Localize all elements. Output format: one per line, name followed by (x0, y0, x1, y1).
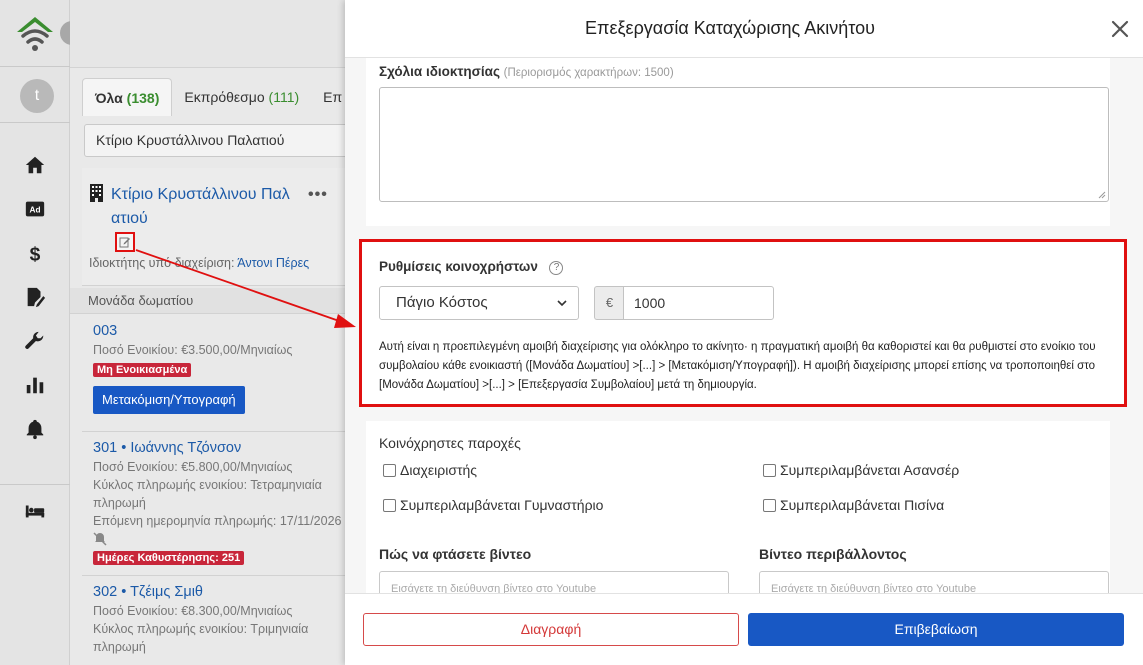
building-icon (90, 184, 103, 202)
delete-button[interactable]: Διαγραφή (363, 613, 739, 646)
building-name-line: Κτίριο Κρυστάλλινου Παλ (111, 186, 290, 203)
help-icon[interactable]: ? (549, 261, 564, 275)
amenity-label: Συμπεριλαμβάνεται Ασανσέρ (780, 462, 960, 478)
checkbox[interactable] (763, 498, 776, 512)
edit-building-button[interactable] (115, 232, 135, 252)
section-title: Μονάδα δωματίου (70, 288, 345, 314)
unit-cycle-cont: πληρωμή (93, 496, 146, 510)
tab-all[interactable]: Όλα (138) (82, 78, 173, 116)
amenity-checkbox[interactable]: Διαχειριστής (383, 462, 477, 478)
svg-text:Ad: Ad (30, 206, 41, 215)
tab-count: (138) (126, 90, 160, 106)
notifications-off-icon (93, 532, 107, 546)
close-icon[interactable] (1109, 18, 1131, 40)
amenity-checkbox[interactable]: Συμπεριλαμβάνεται Γυμναστήριο (383, 497, 603, 513)
amenity-checkbox[interactable]: Συμπεριλαμβάνεται Πισίνα (763, 497, 944, 513)
tab-count: (111) (268, 89, 300, 105)
dollar-icon[interactable]: $ (22, 240, 48, 266)
fee-description: Αυτή είναι η προεπιλεγμένη αμοιβή διαχεί… (379, 341, 1096, 391)
unit-cycle: Κύκλος πληρωμής ενοικίου: Τριμηνιαία (93, 622, 309, 636)
move-in-sign-button[interactable]: Μετακόμιση/Υπογραφή (93, 386, 245, 414)
bar-chart-icon[interactable] (22, 372, 48, 398)
divider (0, 122, 70, 123)
amenity-label: Συμπεριλαμβάνεται Γυμναστήριο (400, 497, 604, 513)
left-nav: › t Ad $ (0, 0, 84, 665)
bell-icon[interactable] (22, 416, 48, 442)
amenity-label: Συμπεριλαμβάνεται Πισίνα (780, 497, 945, 513)
wrench-icon[interactable] (22, 328, 48, 354)
unit-rent: Ποσό Ενοικίου: €8.300,00/Μηνιαίως (93, 604, 293, 618)
building-name-link[interactable]: Κτίριο Κρυστάλλινου Παλ ατιού (111, 183, 311, 231)
ad-icon[interactable]: Ad (22, 196, 48, 222)
chevron-down-icon (557, 300, 567, 307)
more-options-icon[interactable]: ••• (308, 186, 328, 204)
building-card: Κτίριο Κρυστάλλινου Παλ ατιού ••• Ιδιοκτή… (82, 168, 352, 286)
avatar[interactable]: t (20, 79, 54, 113)
divider (0, 66, 70, 67)
owner-line: Ιδιοκτήτης υπό διαχείριση: Άντονι Πέρες (89, 256, 309, 270)
status-tabs: Όλα (138) Εκπρόθεσμο (111) Επ (82, 78, 342, 116)
amenity-label: Διαχειριστής (400, 462, 478, 478)
tab-label: Επ (323, 89, 343, 105)
fee-type-value: Πάγιο Κόστος (396, 294, 488, 311)
unit-name[interactable]: 003 (93, 323, 345, 339)
amenity-checkbox[interactable]: Συμπεριλαμβάνεται Ασανσέρ (763, 462, 959, 478)
edit-property-modal: Επεξεργασία Καταχώρισης Ακινήτου Σχόλια … (345, 0, 1143, 665)
directions-video-input[interactable]: Εισάγετε τη διεύθυνση βίντεο στο Youtube (379, 571, 729, 593)
amenities-section: Κοινόχρηστες παροχές Διαχειριστής Συμπερ… (366, 421, 1110, 593)
common-charges-section: Ρυθμίσεις κοινοχρήστων ? Πάγιο Κόστος € … (359, 239, 1127, 407)
building-name-line: ατιού (111, 210, 148, 227)
owner-label: Ιδιοκτήτης υπό διαχείριση: (89, 256, 235, 270)
common-charges-label: Ρυθμίσεις κοινοχρήστων (379, 259, 538, 274)
list-header (70, 0, 345, 68)
home-icon[interactable] (22, 152, 48, 178)
bed-icon[interactable] (22, 498, 48, 524)
modal-title: Επεξεργασία Καταχώρισης Ακινήτου (585, 18, 875, 38)
divider (0, 484, 70, 485)
directions-video-label: Πώς να φτάσετε βίντεο (379, 546, 532, 562)
modal-footer: Διαγραφή Επιβεβαίωση (345, 593, 1143, 665)
checkbox[interactable] (383, 463, 396, 477)
comments-label-row: Σχόλια ιδιοκτησίας (Περιορισμός χαρακτήρ… (379, 64, 674, 79)
checkbox[interactable] (763, 463, 776, 477)
fee-type-select[interactable]: Πάγιο Κόστος (379, 286, 579, 320)
modal-body: Σχόλια ιδιοκτησίας (Περιορισμός χαρακτήρ… (345, 58, 1143, 593)
fee-amount-input[interactable]: 1000 (623, 286, 774, 320)
status-badge: Ημέρες Καθυστέρησης: 251 (93, 551, 245, 565)
status-badge: Μη Ενοικιασμένα (93, 363, 192, 377)
surroundings-video-input[interactable]: Εισάγετε τη διεύθυνση βίντεο στο Youtube (759, 571, 1109, 593)
tab-label: Εκπρόθεσμο (184, 89, 265, 105)
checkbox[interactable] (383, 498, 396, 512)
surroundings-video-label: Βίντεο περιβάλλοντος (759, 546, 907, 562)
modal-header: Επεξεργασία Καταχώρισης Ακινήτου (345, 0, 1143, 58)
app-logo-icon[interactable] (14, 12, 56, 54)
comments-hint: (Περιορισμός χαρακτήρων: 1500) (503, 67, 674, 79)
resize-grip-icon[interactable] (1098, 191, 1106, 199)
owner-name-link[interactable]: Άντονι Πέρες (237, 256, 309, 270)
comments-section: Σχόλια ιδιοκτησίας (Περιορισμός χαρακτήρ… (366, 58, 1110, 226)
common-charges-label-row: Ρυθμίσεις κοινοχρήστων ? (379, 259, 564, 275)
list-item[interactable]: 003 Ποσό Ενοικίου: €3.500,00/Μηνιαίως Μη… (82, 315, 345, 432)
edit-icon (119, 237, 130, 248)
unit-name[interactable]: 301 • Ιωάννης Τζόνσον (93, 440, 345, 456)
building-filter-select[interactable]: Κτίριο Κρυστάλλινου Παλατιού (84, 124, 354, 157)
list-item[interactable]: 302 • Τζέιμς Σμιθ Ποσό Ενοικίου: €8.300,… (82, 576, 345, 665)
tab-more[interactable]: Επ (311, 78, 342, 116)
unit-name[interactable]: 302 • Τζέιμς Σμιθ (93, 584, 345, 600)
unit-cycle-cont: πληρωμή (93, 640, 146, 654)
currency-addon: € (594, 286, 624, 320)
unit-rent: Ποσό Ενοικίου: €5.800,00/Μηνιαίως (93, 460, 293, 474)
svg-text:$: $ (30, 244, 41, 264)
tab-overdue[interactable]: Εκπρόθεσμο (111) (172, 78, 311, 116)
unit-cycle: Κύκλος πληρωμής ενοικίου: Τετραμηνιαία (93, 478, 322, 492)
list-item[interactable]: 301 • Ιωάννης Τζόνσον Ποσό Ενοικίου: €5.… (82, 432, 345, 576)
unit-next-payment: Επόμενη ημερομηνία πληρωμής: 17/11/2026 (93, 514, 342, 528)
amenities-label: Κοινόχρηστες παροχές (379, 435, 521, 451)
comments-textarea[interactable] (379, 87, 1109, 202)
comments-label: Σχόλια ιδιοκτησίας (379, 64, 500, 79)
tab-label: Όλα (95, 90, 123, 106)
unit-rent: Ποσό Ενοικίου: €3.500,00/Μηνιαίως (93, 343, 293, 357)
contract-icon[interactable] (22, 284, 48, 310)
confirm-button[interactable]: Επιβεβαίωση (748, 613, 1124, 646)
